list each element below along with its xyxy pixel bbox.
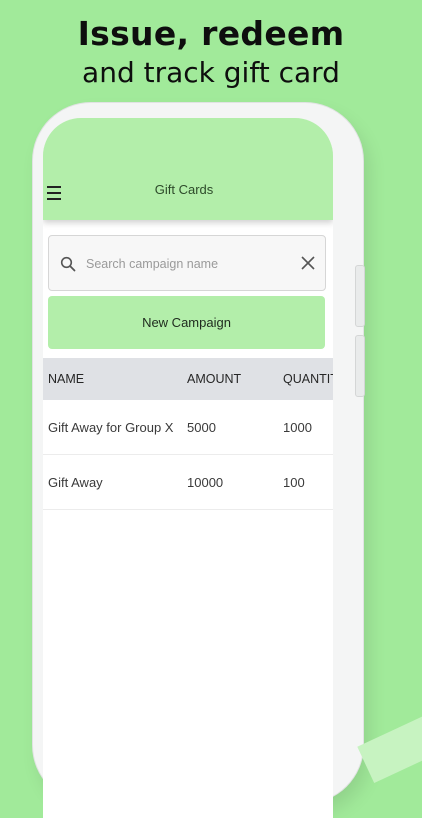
search-box — [48, 235, 326, 291]
table-row[interactable]: Gift Away 10000 100 — [43, 455, 333, 510]
cell-name: Gift Away for Group X — [48, 420, 174, 435]
cell-name: Gift Away — [48, 475, 103, 490]
cell-quantity: 100 — [283, 475, 305, 490]
table-header: NAME AMOUNT QUANTITY — [43, 358, 333, 400]
column-header-amount[interactable]: AMOUNT — [187, 372, 241, 386]
cell-quantity: 1000 — [283, 420, 312, 435]
search-input[interactable] — [84, 251, 288, 277]
column-header-name[interactable]: NAME — [48, 372, 84, 386]
marketing-headline: Issue, redeem and track gift card — [0, 14, 422, 92]
cell-amount: 10000 — [187, 475, 224, 490]
background-accent — [357, 712, 422, 784]
headline-line-2: and track gift card — [82, 56, 340, 89]
column-header-quantity[interactable]: QUANTITY — [283, 372, 333, 386]
app-bar: Gift Cards — [43, 118, 333, 220]
phone-side-button — [355, 265, 365, 327]
phone-side-button — [355, 335, 365, 397]
new-campaign-button[interactable]: New Campaign — [48, 296, 325, 349]
campaign-table: NAME AMOUNT QUANTITY Gift Away for Group… — [43, 358, 333, 510]
cell-amount: 5000 — [187, 420, 216, 435]
app-screen: Gift Cards New Campaign NAME AMOUNT QUAN… — [43, 118, 333, 818]
search-icon — [60, 256, 76, 272]
page-title: Gift Cards — [154, 182, 214, 197]
headline-line-1: Issue, redeem — [77, 14, 345, 53]
table-row[interactable]: Gift Away for Group X 5000 1000 — [43, 400, 333, 455]
close-icon[interactable] — [299, 254, 317, 272]
